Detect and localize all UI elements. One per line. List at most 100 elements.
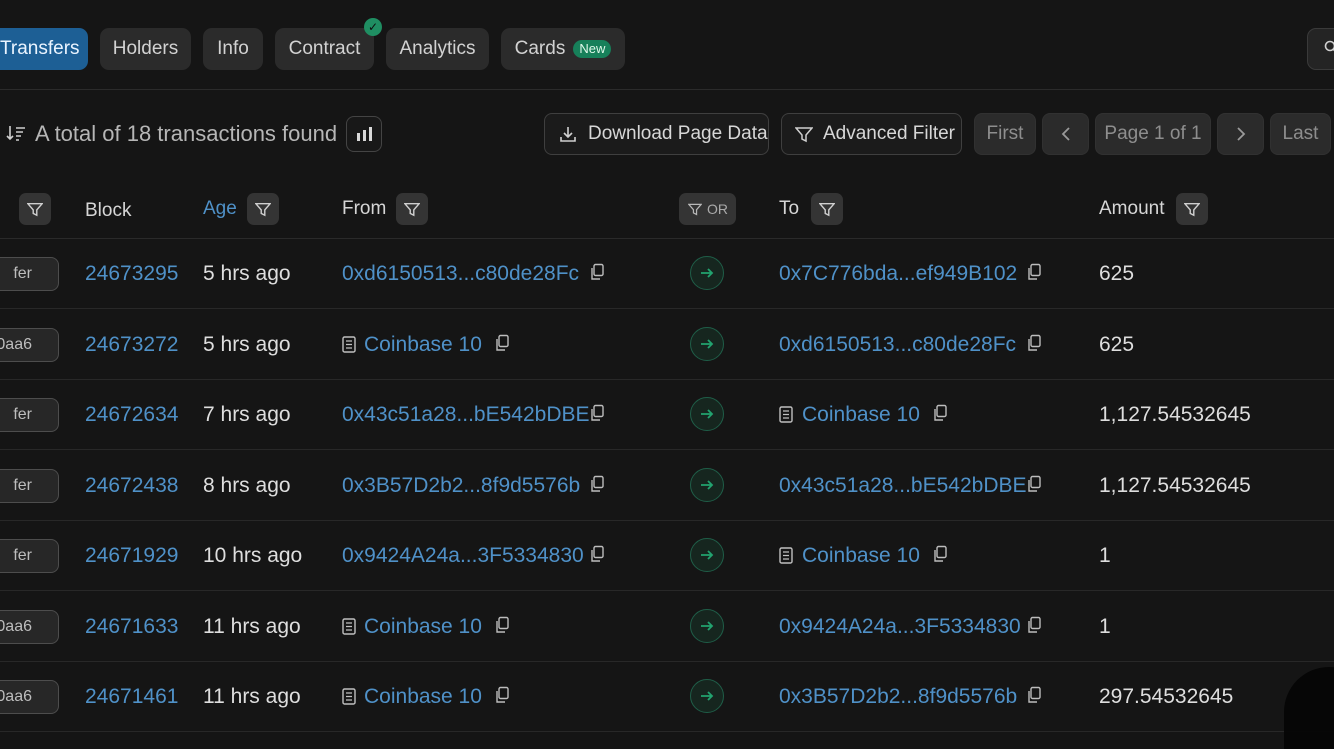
copy-icon[interactable]: [589, 545, 605, 563]
tab-label: Transfers: [0, 38, 80, 59]
tab-cards[interactable]: Cards New: [501, 28, 625, 70]
from-address-link[interactable]: 0x43c51a28...bE542bDBE: [342, 402, 590, 428]
amount-filter-button[interactable]: [1176, 193, 1208, 225]
copy-icon[interactable]: [1026, 616, 1042, 634]
tab-transfers[interactable]: Transfers: [0, 28, 88, 70]
to-address-link[interactable]: 0x7C776bda...ef949B102: [779, 261, 1017, 287]
tab-contract[interactable]: Contract ✓: [275, 18, 382, 70]
or-label: OR: [707, 201, 728, 217]
from-filter-button[interactable]: [396, 193, 428, 225]
amount-cell: 1: [1099, 544, 1111, 567]
to-address-link[interactable]: 0x9424A24a...3F5334830: [779, 614, 1021, 640]
from-address-link[interactable]: Coinbase 10: [364, 332, 482, 358]
arrow-right-icon: [690, 397, 724, 431]
copy-icon[interactable]: [589, 404, 605, 422]
arrow-right-icon: [690, 679, 724, 713]
sort-icon[interactable]: [6, 123, 26, 143]
tab-holders[interactable]: Holders: [100, 28, 191, 70]
block-link[interactable]: 24672634: [85, 402, 178, 428]
filter-icon: [819, 202, 835, 217]
table-row: fer 24671929 10 hrs ago 0x9424A24a...3F5334…: [0, 521, 1334, 591]
method-badge[interactable]: fer: [0, 539, 59, 573]
from-address-link[interactable]: Coinbase 10: [364, 614, 482, 640]
to-address-link[interactable]: Coinbase 10: [802, 402, 920, 428]
from-address-link[interactable]: 0xd6150513...c80de28Fc: [342, 261, 579, 287]
page-indicator: Page 1 of 1: [1095, 113, 1211, 155]
method-badge[interactable]: 0aa6: [0, 610, 59, 644]
to-address-link[interactable]: Coinbase 10: [802, 543, 920, 569]
advanced-filter-button[interactable]: Advanced Filter: [781, 113, 962, 155]
from-address-link[interactable]: 0x9424A24a...3F5334830: [342, 543, 584, 569]
page-text: Page 1 of 1: [1104, 123, 1202, 144]
row-divider: [0, 731, 1334, 732]
first-page-button[interactable]: First: [974, 113, 1036, 155]
tab-divider: [0, 89, 1334, 90]
tab-label: Cards: [514, 38, 566, 59]
method-badge[interactable]: 0aa6: [0, 328, 59, 362]
token-transfers-page: Transfers Holders Info Contract ✓ Analyt…: [0, 0, 1334, 749]
last-page-button[interactable]: Last: [1270, 113, 1331, 155]
header-block: Block: [85, 200, 132, 221]
to-address-link[interactable]: 0x3B57D2b2...8f9d5576b: [779, 684, 1017, 710]
copy-icon[interactable]: [932, 545, 948, 563]
age-filter-button[interactable]: [247, 193, 279, 225]
filter-icon: [255, 202, 271, 217]
header-to: To: [779, 198, 800, 219]
tab-label: Holders: [112, 38, 179, 59]
chart-bars-icon: [357, 127, 372, 141]
transfers-table: Block Age From OR To Amount fer 24673295…: [0, 178, 1334, 749]
copy-icon[interactable]: [932, 404, 948, 422]
block-link[interactable]: 24672438: [85, 473, 178, 499]
next-page-button[interactable]: [1217, 113, 1264, 155]
copy-icon[interactable]: [1026, 686, 1042, 704]
table-row: fer 24672438 8 hrs ago 0x3B57D2b2...8f9d557…: [0, 451, 1334, 521]
amount-cell: 1,127.54532645: [1099, 474, 1251, 497]
copy-icon[interactable]: [1026, 263, 1042, 281]
arrow-right-icon: [690, 609, 724, 643]
copy-icon[interactable]: [1026, 475, 1042, 493]
download-page-data-button[interactable]: Download Page Data: [544, 113, 769, 155]
method-filter-button-2[interactable]: [19, 193, 51, 225]
to-address-link[interactable]: 0x43c51a28...bE542bDBE: [779, 473, 1027, 499]
chevron-left-icon: [1061, 127, 1070, 141]
row-divider: [0, 308, 1334, 309]
filter-icon: [795, 127, 813, 143]
tab-analytics[interactable]: Analytics: [386, 28, 489, 70]
header-age[interactable]: Age: [203, 197, 237, 221]
or-filter-button[interactable]: OR: [679, 193, 736, 225]
copy-icon[interactable]: [589, 475, 605, 493]
amount-cell: 1,127.54532645: [1099, 403, 1251, 426]
method-badge[interactable]: fer: [0, 469, 59, 503]
method-badge[interactable]: 0aa6: [0, 680, 59, 714]
tab-info[interactable]: Info: [203, 28, 263, 70]
to-address-link[interactable]: 0xd6150513...c80de28Fc: [779, 332, 1016, 358]
copy-icon[interactable]: [494, 686, 510, 704]
block-link[interactable]: 24671461: [85, 684, 178, 710]
block-link[interactable]: 24671633: [85, 614, 178, 640]
amount-cell: 625: [1099, 333, 1135, 356]
age-cell: 10 hrs ago: [203, 544, 303, 567]
chevron-right-icon: [1237, 127, 1246, 141]
copy-icon[interactable]: [494, 616, 510, 634]
age-cell: 5 hrs ago: [203, 262, 291, 285]
chart-toggle-button[interactable]: [346, 116, 382, 152]
to-filter-button[interactable]: [811, 193, 843, 225]
arrow-right-icon: [690, 538, 724, 572]
amount-cell: 625: [1099, 262, 1135, 285]
copy-icon[interactable]: [589, 263, 605, 281]
verified-check-icon: ✓: [364, 18, 382, 36]
age-cell: 11 hrs ago: [203, 685, 301, 708]
copy-icon[interactable]: [1026, 334, 1042, 352]
from-address-link[interactable]: Coinbase 10: [364, 684, 482, 710]
method-badge[interactable]: fer: [0, 257, 59, 291]
amount-cell: 1: [1099, 615, 1111, 638]
prev-page-button[interactable]: [1042, 113, 1089, 155]
from-address-link[interactable]: 0x3B57D2b2...8f9d5576b: [342, 473, 580, 499]
block-link[interactable]: 24673295: [85, 261, 178, 287]
method-badge[interactable]: fer: [0, 398, 59, 432]
block-link[interactable]: 24671929: [85, 543, 178, 569]
copy-icon[interactable]: [494, 334, 510, 352]
block-link[interactable]: 24673272: [85, 332, 178, 358]
transactions-summary: A total of 18 transactions found: [35, 121, 338, 146]
search-button[interactable]: [1307, 28, 1334, 70]
